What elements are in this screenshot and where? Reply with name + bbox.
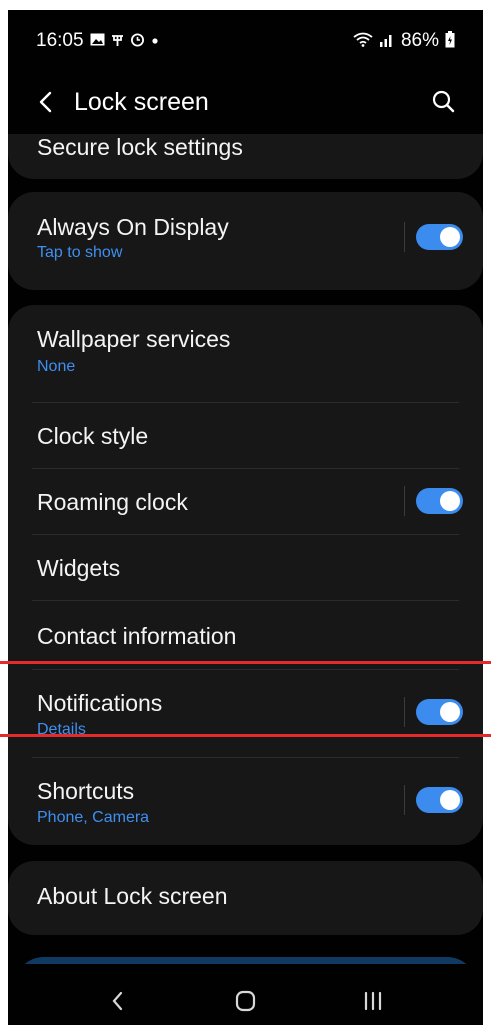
shortcuts-subtitle: Phone, Camera: [37, 809, 150, 826]
nav-back-icon: [112, 991, 123, 1011]
nav-recents-button[interactable]: [353, 986, 393, 1016]
card-main-settings: Wallpaper services None Clock style Roam…: [8, 305, 483, 845]
nav-recents-icon: [364, 991, 382, 1011]
back-button[interactable]: [34, 88, 60, 116]
settings-list[interactable]: Secure lock settings Always On Display T…: [8, 134, 483, 964]
contact-info-title: Contact information: [37, 623, 237, 649]
notifications-toggle[interactable]: [416, 699, 463, 725]
row-about-lock-screen[interactable]: About Lock screen: [8, 861, 483, 935]
widgets-title: Widgets: [37, 555, 121, 581]
wallpaper-title: Wallpaper services: [37, 326, 231, 352]
wallpaper-subtitle: None: [37, 358, 76, 375]
always-on-title: Always On Display: [37, 214, 229, 240]
card-always-on: Always On Display Tap to show: [8, 192, 483, 290]
search-button[interactable]: [429, 87, 459, 117]
clock-style-title: Clock style: [37, 423, 149, 449]
always-on-toggle[interactable]: [416, 224, 463, 250]
separator: [404, 785, 405, 815]
row-secure-lock-settings[interactable]: Secure lock settings: [8, 134, 483, 179]
row-clock-style[interactable]: Clock style: [8, 403, 483, 468]
phone-screen: 16:05 86% Lock screen Secure lock settin…: [8, 10, 483, 1025]
row-widgets[interactable]: Widgets: [8, 535, 483, 600]
search-icon: [432, 90, 455, 113]
row-roaming-clock[interactable]: Roaming clock: [8, 469, 483, 534]
roaming-clock-title: Roaming clock: [37, 489, 188, 515]
nav-home-icon: [235, 990, 256, 1012]
notifications-title: Notifications: [37, 690, 163, 716]
roaming-clock-toggle[interactable]: [416, 488, 463, 514]
status-left: 16:05: [36, 30, 159, 52]
gallery-icon: [90, 33, 105, 50]
about-title: About Lock screen: [37, 883, 228, 909]
row-contact-information[interactable]: Contact information: [8, 601, 483, 669]
shortcuts-toggle[interactable]: [416, 787, 463, 813]
notification-dot-icon: [151, 33, 159, 49]
nav-home-button[interactable]: [226, 986, 266, 1016]
card-secure-lock: Secure lock settings: [8, 134, 483, 179]
alarm-icon: [130, 32, 145, 51]
battery-percent: 86%: [400, 30, 439, 51]
battery-icon: [445, 30, 455, 52]
partial-action-button[interactable]: [14, 957, 477, 964]
separator: [404, 697, 405, 727]
back-arrow-icon: [39, 91, 52, 113]
always-on-subtitle: Tap to show: [37, 244, 123, 261]
highlight-line-top: [0, 661, 491, 664]
wifi-icon: [353, 32, 373, 51]
signal-icon: [379, 32, 395, 51]
separator: [404, 486, 405, 516]
shortcuts-title: Shortcuts: [37, 778, 135, 804]
row-notifications[interactable]: Notifications Details: [8, 670, 483, 757]
status-right: 86%: [353, 30, 455, 52]
row-always-on-display[interactable]: Always On Display Tap to show: [8, 192, 483, 290]
card-about: About Lock screen: [8, 861, 483, 935]
navigation-bar: [8, 976, 483, 1025]
row-wallpaper-services[interactable]: Wallpaper services None: [8, 305, 483, 402]
secure-lock-title: Secure lock settings: [37, 134, 243, 160]
app-bar: Lock screen: [8, 70, 483, 134]
status-bar: 16:05 86%: [8, 10, 483, 70]
separator: [404, 222, 405, 252]
status-time: 16:05: [36, 30, 84, 51]
nav-back-button[interactable]: [98, 986, 138, 1016]
page-title: Lock screen: [74, 88, 209, 116]
highlight-line-bottom: [0, 734, 491, 737]
row-shortcuts[interactable]: Shortcuts Phone, Camera: [8, 758, 483, 845]
usb-debug-icon: [111, 32, 124, 51]
